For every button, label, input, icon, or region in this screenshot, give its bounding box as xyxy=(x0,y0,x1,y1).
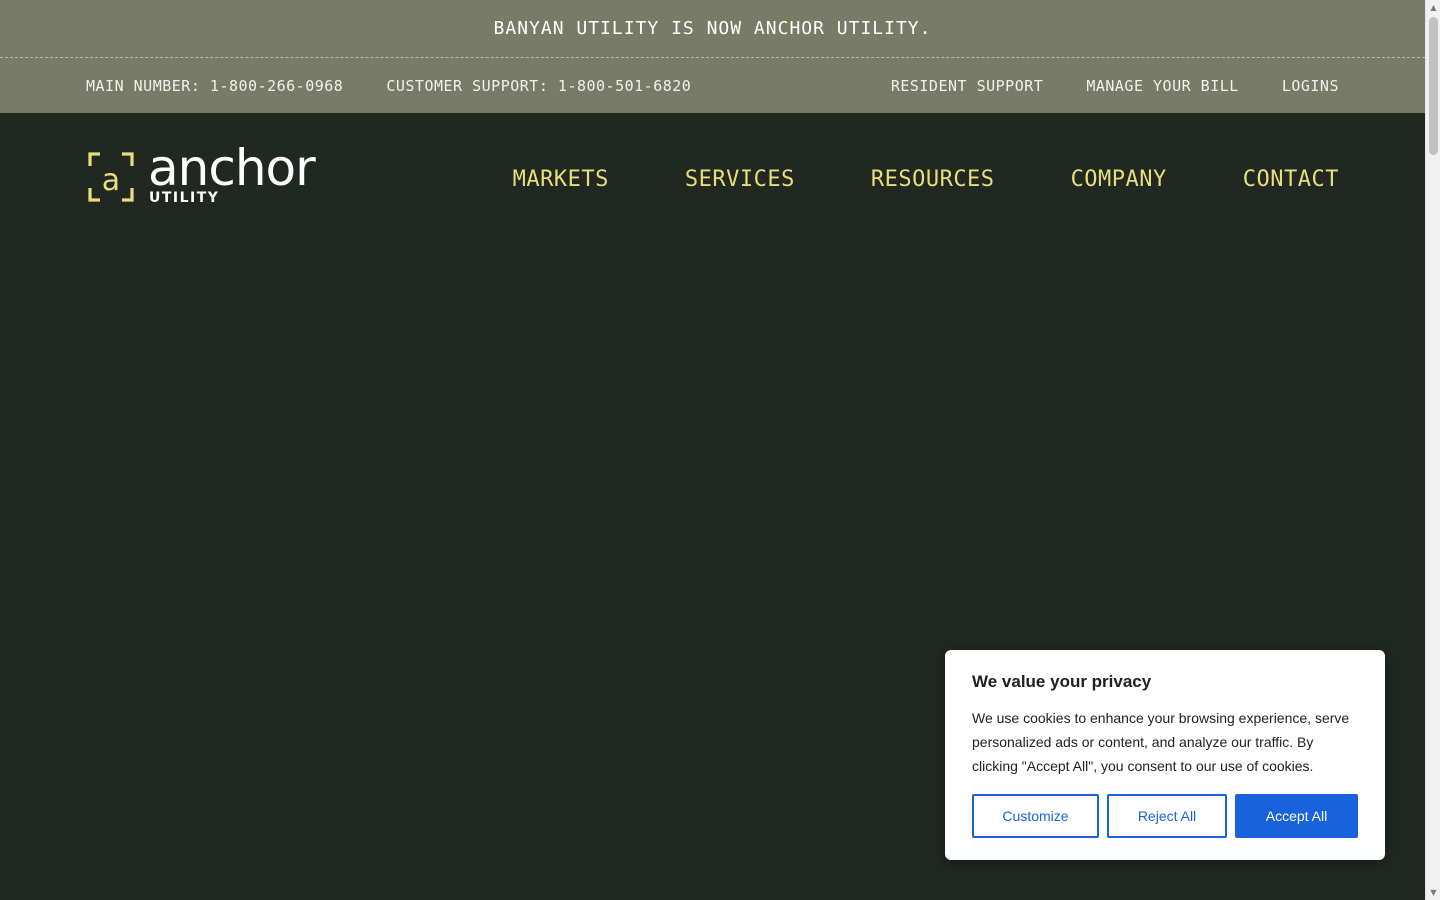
accept-all-button[interactable]: Accept All xyxy=(1235,794,1358,838)
utility-phone-numbers: MAIN NUMBER: 1-800-266-0968 CUSTOMER SUP… xyxy=(86,77,691,95)
cookie-consent-banner: We value your privacy We use cookies to … xyxy=(945,650,1385,860)
utility-links: RESIDENT SUPPORT MANAGE YOUR BILL LOGINS xyxy=(848,77,1339,95)
announcement-bar: BANYAN UTILITY IS NOW ANCHOR UTILITY. xyxy=(0,0,1425,58)
logo-text: anchor UTILITY xyxy=(148,143,316,206)
anchor-utility-logo[interactable]: a anchor UTILITY xyxy=(88,143,316,206)
announcement-text: BANYAN UTILITY IS NOW ANCHOR UTILITY. xyxy=(493,18,932,39)
scrollbar-thumb[interactable] xyxy=(1429,17,1438,155)
cookie-description: We use cookies to enhance your browsing … xyxy=(972,710,1350,774)
nav-company[interactable]: COMPANY xyxy=(1071,167,1167,192)
cookie-buttons: Customize Reject All Accept All xyxy=(972,794,1358,838)
utility-bar: MAIN NUMBER: 1-800-266-0968 CUSTOMER SUP… xyxy=(0,58,1425,113)
anchor-logo-mark-icon: a xyxy=(88,151,134,202)
scroll-up-arrow-icon[interactable]: ▲ xyxy=(1426,0,1440,15)
resident-support-link[interactable]: RESIDENT SUPPORT xyxy=(891,77,1044,95)
main-number: MAIN NUMBER: 1-800-266-0968 xyxy=(86,76,344,95)
cookie-title: We value your privacy xyxy=(972,672,1152,691)
site-header: a anchor UTILITY MARKETS SERVICES RESOUR… xyxy=(0,113,1425,248)
logins-link[interactable]: LOGINS xyxy=(1282,77,1339,95)
page: BANYAN UTILITY IS NOW ANCHOR UTILITY. MA… xyxy=(0,0,1425,900)
customer-support-number: CUSTOMER SUPPORT: 1-800-501-6820 xyxy=(386,76,692,95)
logo-mark-letter: a xyxy=(102,163,120,198)
logo-word: anchor xyxy=(148,138,316,197)
nav-markets[interactable]: MARKETS xyxy=(513,167,609,192)
customize-button[interactable]: Customize xyxy=(972,794,1099,838)
reject-all-button[interactable]: Reject All xyxy=(1107,794,1227,838)
vertical-scrollbar[interactable]: ▲ ▼ xyxy=(1425,0,1440,900)
nav-resources[interactable]: RESOURCES xyxy=(871,167,995,192)
main-navigation: MARKETS SERVICES RESOURCES COMPANY CONTA… xyxy=(513,167,1339,192)
scroll-down-arrow-icon[interactable]: ▼ xyxy=(1426,885,1440,900)
logo-subtitle: UTILITY xyxy=(149,189,220,206)
nav-contact[interactable]: CONTACT xyxy=(1243,167,1339,192)
manage-bill-link[interactable]: MANAGE YOUR BILL xyxy=(1086,77,1239,95)
nav-services[interactable]: SERVICES xyxy=(685,167,795,192)
